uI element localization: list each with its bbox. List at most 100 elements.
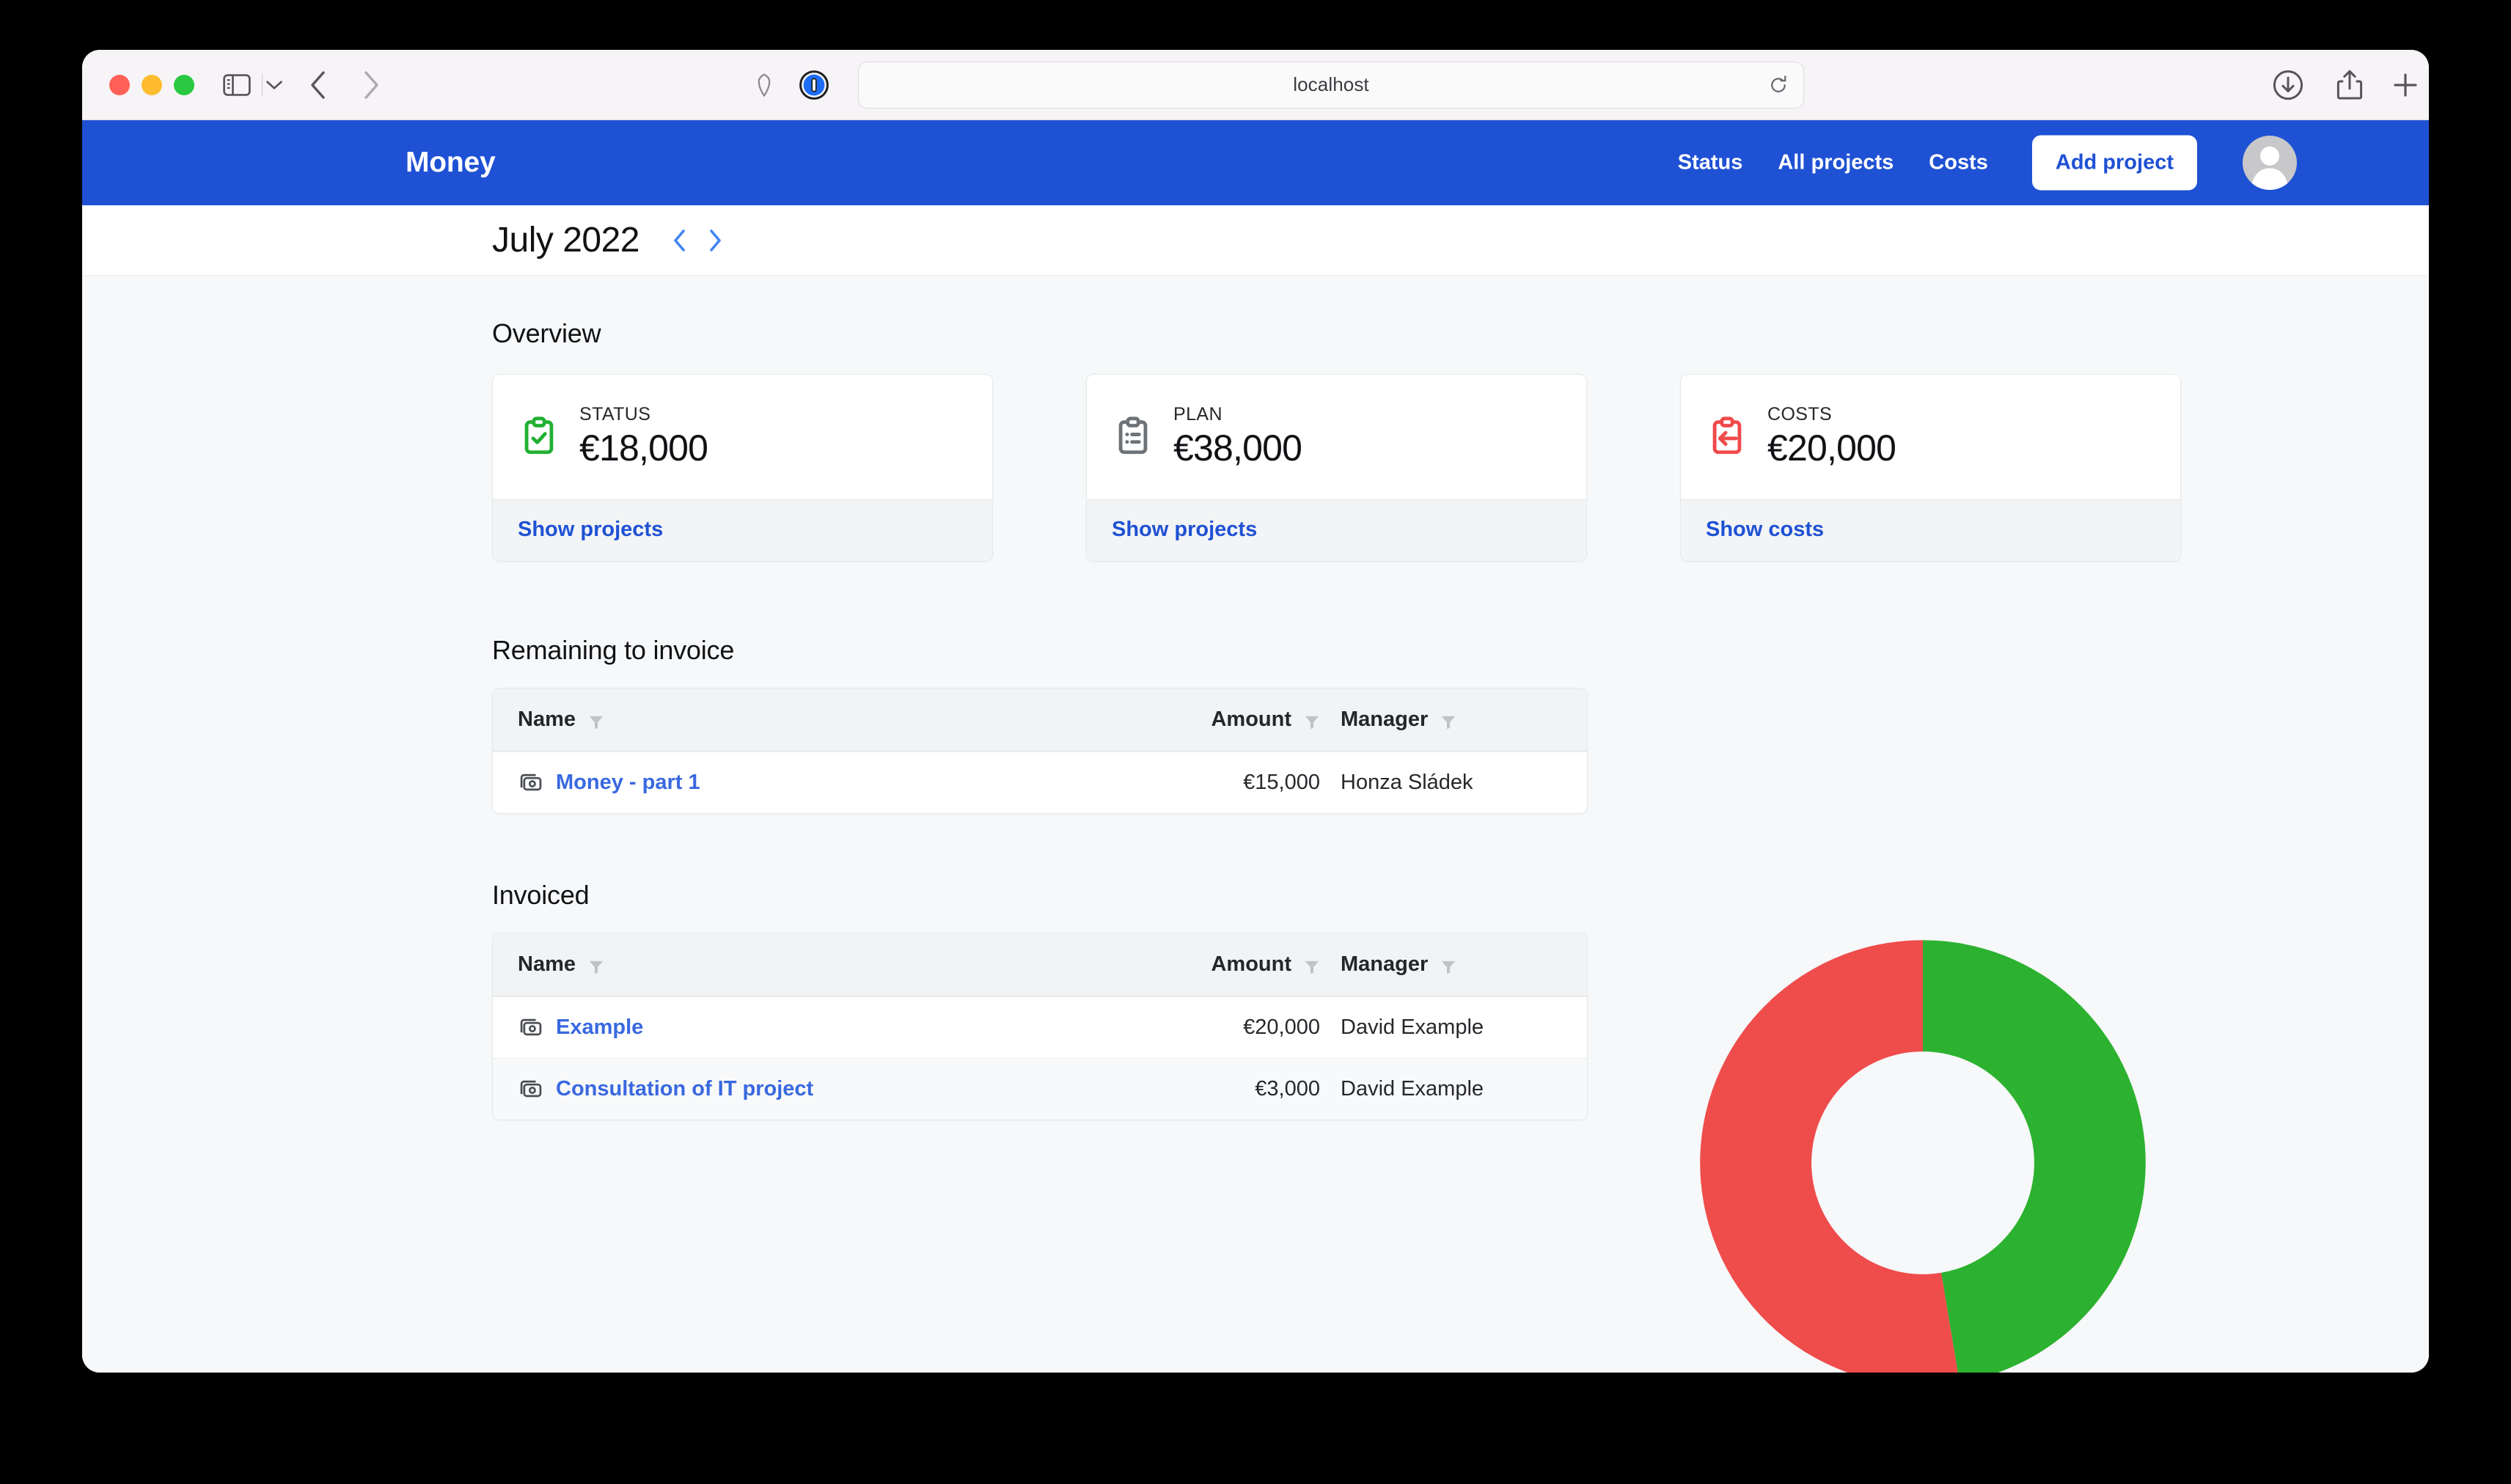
- project-link[interactable]: Consultation of IT project: [556, 1077, 813, 1101]
- stat-text: PLAN €38,000: [1173, 404, 1302, 469]
- stat-card-footer: Show costs: [1681, 499, 2180, 561]
- cell-amount: €3,000: [1122, 1077, 1320, 1101]
- project-link[interactable]: Example: [556, 1015, 643, 1040]
- stat-label: COSTS: [1767, 404, 1896, 425]
- url-text: localhost: [1293, 73, 1369, 96]
- column-header-label: Amount: [1211, 952, 1291, 977]
- donut-svg: [1696, 936, 2150, 1373]
- column-header-name[interactable]: Name: [518, 708, 1122, 732]
- remaining-to-invoice-table: Name Amount Manager: [492, 688, 1588, 814]
- overview-heading: Overview: [492, 276, 2429, 349]
- cell-manager: David Example: [1320, 1015, 1562, 1040]
- column-header-manager[interactable]: Manager: [1320, 708, 1562, 732]
- stat-card-costs: COSTS €20,000 Show costs: [1680, 374, 2181, 562]
- share-icon[interactable]: [2335, 69, 2364, 101]
- column-header-label: Manager: [1341, 952, 1428, 977]
- table-row[interactable]: Money - part 1 €15,000 Honza Sládek: [493, 752, 1587, 813]
- app-viewport: Money Status All projects Costs Add proj…: [82, 120, 2429, 1373]
- table-header-row: Name Amount Manager: [493, 688, 1587, 752]
- downloads-icon[interactable]: [2272, 69, 2304, 101]
- table-row[interactable]: Consultation of IT project €3,000 David …: [493, 1058, 1587, 1120]
- stat-value: €38,000: [1173, 427, 1302, 469]
- project-icon: [518, 1077, 543, 1102]
- column-header-name[interactable]: Name: [518, 952, 1122, 977]
- cell-manager: David Example: [1320, 1077, 1562, 1101]
- browser-toolbar: localhost: [82, 50, 2429, 120]
- column-header-label: Amount: [1211, 708, 1291, 732]
- add-project-button[interactable]: Add project: [2032, 136, 2197, 191]
- column-header-label: Manager: [1341, 708, 1428, 732]
- stat-card-plan: PLAN €38,000 Show projects: [1086, 374, 1587, 562]
- stat-card-footer: Show projects: [493, 499, 992, 561]
- profit-costs-donut-chart: Profit Costs: [1688, 936, 2158, 1373]
- browser-window: localhost: [82, 50, 2429, 1373]
- cell-name: Consultation of IT project: [518, 1077, 1122, 1102]
- month-next-button[interactable]: [700, 221, 730, 260]
- month-prev-button[interactable]: [664, 221, 695, 260]
- plus-icon[interactable]: [2391, 69, 2420, 101]
- show-projects-link[interactable]: Show projects: [518, 518, 663, 541]
- donut-wrap: [1696, 936, 2150, 1373]
- stat-card-status: STATUS €18,000 Show projects: [492, 374, 993, 562]
- window-minimize-button[interactable]: [142, 75, 162, 95]
- nav-link-costs[interactable]: Costs: [1911, 151, 2006, 175]
- stat-card-body: COSTS €20,000: [1681, 375, 2180, 499]
- project-link[interactable]: Money - part 1: [556, 771, 700, 795]
- column-header-label: Name: [518, 708, 576, 732]
- window-close-button[interactable]: [109, 75, 130, 95]
- clipboard-check-icon: [518, 415, 560, 458]
- donut-slice-costs[interactable]: [1700, 940, 1960, 1373]
- filter-icon[interactable]: [1304, 712, 1320, 728]
- cell-name: Example: [518, 1015, 1122, 1040]
- column-header-manager[interactable]: Manager: [1320, 952, 1562, 977]
- stat-card-footer: Show projects: [1087, 499, 1586, 561]
- avatar[interactable]: [2243, 136, 2297, 190]
- show-projects-link[interactable]: Show projects: [1112, 518, 1257, 541]
- filter-icon[interactable]: [1440, 957, 1456, 973]
- page-title: July 2022: [492, 220, 639, 260]
- column-header-label: Name: [518, 952, 576, 977]
- chevron-down-icon[interactable]: [263, 70, 286, 100]
- project-icon: [518, 1015, 543, 1040]
- clipboard-arrow-left-icon: [1706, 415, 1748, 458]
- cell-manager: Honza Sládek: [1320, 771, 1562, 795]
- filter-icon[interactable]: [588, 712, 604, 728]
- page-title-bar: July 2022: [82, 205, 2429, 276]
- stat-value: €20,000: [1767, 427, 1896, 469]
- page-content: Overview STATUS €18,000: [82, 276, 2429, 1120]
- invoiced-table: Name Amount Manager: [492, 933, 1588, 1120]
- donut-slice-profit[interactable]: [1923, 940, 2146, 1373]
- nav-link-all-projects[interactable]: All projects: [1760, 151, 1911, 175]
- reload-icon[interactable]: [1768, 75, 1789, 95]
- back-button[interactable]: [302, 69, 334, 101]
- navbar-links: Status All projects Costs Add project: [1660, 136, 2197, 191]
- remaining-to-invoice-heading: Remaining to invoice: [492, 635, 1588, 666]
- table-row[interactable]: Example €20,000 David Example: [493, 996, 1587, 1058]
- table-header-row: Name Amount Manager: [493, 933, 1587, 996]
- nav-link-status[interactable]: Status: [1660, 151, 1761, 175]
- shield-icon[interactable]: [752, 69, 776, 101]
- app-navbar: Money Status All projects Costs Add proj…: [82, 120, 2429, 205]
- filter-icon[interactable]: [588, 957, 604, 973]
- password-manager-icon[interactable]: [799, 70, 829, 100]
- window-zoom-button[interactable]: [174, 75, 194, 95]
- invoiced-heading: Invoiced: [492, 880, 1588, 911]
- brand-logo[interactable]: Money: [406, 147, 496, 179]
- cell-name: Money - part 1: [518, 771, 1122, 796]
- forward-button[interactable]: [355, 69, 387, 101]
- filter-icon[interactable]: [1304, 957, 1320, 973]
- stat-value: €18,000: [579, 427, 708, 469]
- column-header-amount[interactable]: Amount: [1122, 952, 1320, 977]
- column-header-amount[interactable]: Amount: [1122, 708, 1320, 732]
- url-bar[interactable]: localhost: [858, 62, 1804, 109]
- stat-card-body: PLAN €38,000: [1087, 375, 1586, 499]
- stat-label: PLAN: [1173, 404, 1302, 425]
- stat-label: STATUS: [579, 404, 708, 425]
- show-costs-link[interactable]: Show costs: [1706, 518, 1824, 541]
- project-icon: [518, 771, 543, 796]
- overview-cards: STATUS €18,000 Show projects: [492, 374, 2429, 562]
- stat-card-body: STATUS €18,000: [493, 375, 992, 499]
- filter-icon[interactable]: [1440, 712, 1456, 728]
- sidebar-icon[interactable]: [220, 70, 254, 100]
- stat-text: COSTS €20,000: [1767, 404, 1896, 469]
